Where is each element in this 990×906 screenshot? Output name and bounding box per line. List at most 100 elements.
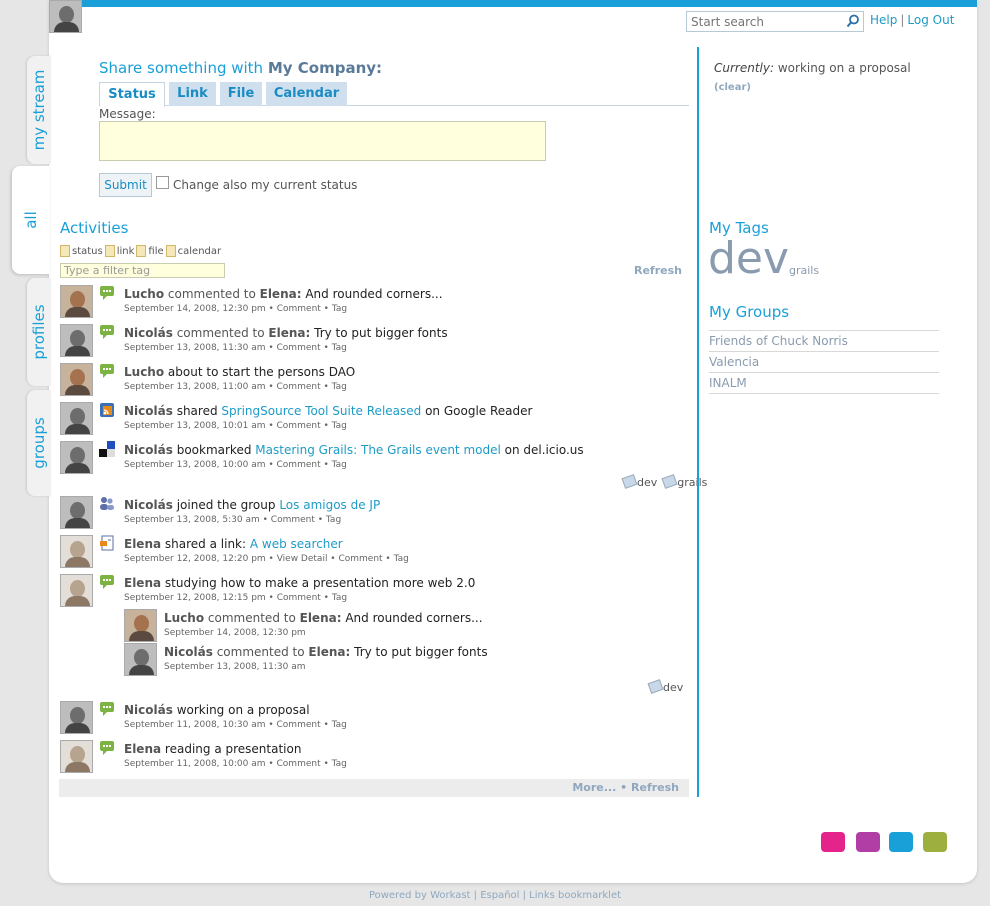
avatar[interactable]: [60, 402, 93, 435]
activity-meta[interactable]: September 12, 2008, 12:15 pm • Comment •…: [124, 593, 347, 603]
group-item[interactable]: Valencia: [709, 351, 939, 372]
tab-status[interactable]: Status: [99, 82, 165, 107]
logout-link[interactable]: Log Out: [907, 13, 954, 27]
avatar[interactable]: [60, 324, 93, 357]
author-name[interactable]: Elena: [124, 742, 161, 756]
author-name[interactable]: Lucho: [124, 287, 164, 301]
tag-link[interactable]: dev: [623, 476, 657, 489]
refresh-bottom-link[interactable]: Refresh: [631, 781, 679, 794]
activity-meta[interactable]: September 13, 2008, 11:00 am • Comment •…: [124, 382, 347, 392]
my-avatar: [49, 0, 82, 33]
theme-swatch-pink[interactable]: [821, 832, 845, 852]
my-groups-title: My Groups: [709, 303, 790, 321]
tab-my-stream[interactable]: my stream: [27, 56, 51, 164]
activity-meta[interactable]: September 12, 2008, 12:20 pm • View Deta…: [124, 554, 409, 564]
activity-verb: commented to: [207, 611, 296, 625]
activity-text: bookmarked: [176, 443, 252, 457]
activity-meta[interactable]: September 13, 2008, 10:01 am • Comment •…: [124, 421, 347, 431]
tab-groups[interactable]: groups: [27, 390, 51, 496]
group-link[interactable]: Los amigos de JP: [279, 498, 380, 512]
avatar[interactable]: [60, 574, 93, 607]
current-status: Currently: working on a proposal: [714, 61, 911, 75]
author-name[interactable]: Nicolás: [124, 326, 173, 340]
theme-swatch-green[interactable]: [923, 832, 947, 852]
author-name[interactable]: Nicolás: [124, 498, 173, 512]
tab-link[interactable]: Link: [169, 82, 216, 106]
author-name[interactable]: Lucho: [124, 365, 164, 379]
author-name[interactable]: Nicolás: [124, 443, 173, 457]
activity-meta[interactable]: September 11, 2008, 10:30 am • Comment •…: [124, 720, 347, 730]
author-name[interactable]: Lucho: [164, 611, 204, 625]
message-label: Message:: [99, 107, 156, 121]
search-input[interactable]: [687, 12, 837, 31]
avatar[interactable]: [60, 740, 93, 773]
search-icon[interactable]: [846, 14, 860, 28]
avatar[interactable]: [60, 441, 93, 474]
avatar[interactable]: [60, 363, 93, 396]
avatar[interactable]: [124, 643, 157, 676]
tab-profiles[interactable]: profiles: [27, 278, 51, 386]
message-textarea[interactable]: [99, 121, 546, 161]
change-status-checkbox[interactable]: [156, 176, 169, 189]
target-name[interactable]: Elena:: [260, 287, 302, 301]
theme-swatch-blue[interactable]: [889, 832, 913, 852]
activity-meta[interactable]: September 13, 2008, 5:30 am • Comment • …: [124, 515, 341, 525]
target-name[interactable]: Elena:: [268, 326, 310, 340]
activity-text: joined the group: [176, 498, 276, 512]
filter-file[interactable]: file: [136, 245, 164, 257]
author-name[interactable]: Elena: [124, 576, 161, 590]
shared-item-link[interactable]: SpringSource Tool Suite Released: [221, 404, 421, 418]
refresh-link[interactable]: Refresh: [634, 264, 682, 277]
clear-status-link[interactable]: (clear): [714, 82, 751, 93]
search-box[interactable]: [686, 11, 864, 32]
activity-text: shared a link:: [164, 537, 247, 551]
more-link[interactable]: More...: [572, 781, 616, 794]
author-name[interactable]: Elena: [124, 537, 161, 551]
author-name[interactable]: Nicolás: [164, 645, 213, 659]
filter-status[interactable]: status: [60, 245, 103, 257]
tag-cloud-item[interactable]: grails: [789, 264, 819, 277]
change-status-label: Change also my current status: [173, 178, 358, 192]
target-name[interactable]: Elena:: [300, 611, 342, 625]
shared-link[interactable]: A web searcher: [250, 537, 343, 551]
help-link[interactable]: Help: [870, 13, 897, 27]
activity-text: Try to put bigger fonts: [314, 326, 448, 340]
activity-meta[interactable]: September 13, 2008, 11:30 am • Comment •…: [124, 343, 347, 353]
filter-link[interactable]: link: [104, 245, 134, 257]
share-title: Share something with My Company:: [99, 59, 383, 77]
bookmark-link[interactable]: Mastering Grails: The Grails event model: [255, 443, 501, 457]
avatar[interactable]: [60, 701, 93, 734]
document-icon: [165, 245, 176, 257]
comment-icon: [100, 325, 114, 339]
top-links: Help | Log Out: [870, 13, 955, 27]
group-item[interactable]: Friends of Chuck Norris: [709, 330, 939, 351]
tag-link[interactable]: grails: [663, 476, 707, 489]
avatar[interactable]: [60, 535, 93, 568]
target-name[interactable]: Elena:: [308, 645, 350, 659]
avatar[interactable]: [124, 609, 157, 642]
activity-meta[interactable]: September 14, 2008, 12:30 pm • Comment •…: [124, 304, 347, 314]
comment-icon: [100, 286, 114, 300]
activity-meta[interactable]: September 11, 2008, 10:00 am • Comment •…: [124, 759, 347, 769]
reply-text: And rounded corners...: [345, 611, 483, 625]
theme-swatch-purple[interactable]: [856, 832, 880, 852]
author-name[interactable]: Nicolás: [124, 703, 173, 717]
comment-icon: [100, 741, 114, 755]
author-name[interactable]: Nicolás: [124, 404, 173, 418]
activity-filters: status link file calendar: [60, 245, 221, 257]
activity-source: on Google Reader: [425, 404, 533, 418]
activity-meta[interactable]: September 13, 2008, 10:00 am • Comment •…: [124, 460, 347, 470]
avatar[interactable]: [60, 285, 93, 318]
tab-file[interactable]: File: [220, 82, 262, 106]
avatar[interactable]: [60, 496, 93, 529]
tab-calendar[interactable]: Calendar: [266, 82, 347, 106]
page-footer[interactable]: Powered by Workast | Español | Links boo…: [0, 890, 990, 901]
tab-all[interactable]: all: [12, 166, 50, 274]
filter-calendar[interactable]: calendar: [165, 245, 221, 257]
tag-cloud-item[interactable]: dev: [708, 232, 789, 286]
filter-tag-input[interactable]: Type a filter tag: [60, 263, 225, 278]
column-divider: [697, 47, 699, 797]
submit-button[interactable]: Submit: [99, 173, 152, 197]
group-item[interactable]: INALM: [709, 372, 939, 393]
tag-link[interactable]: dev: [649, 681, 683, 694]
